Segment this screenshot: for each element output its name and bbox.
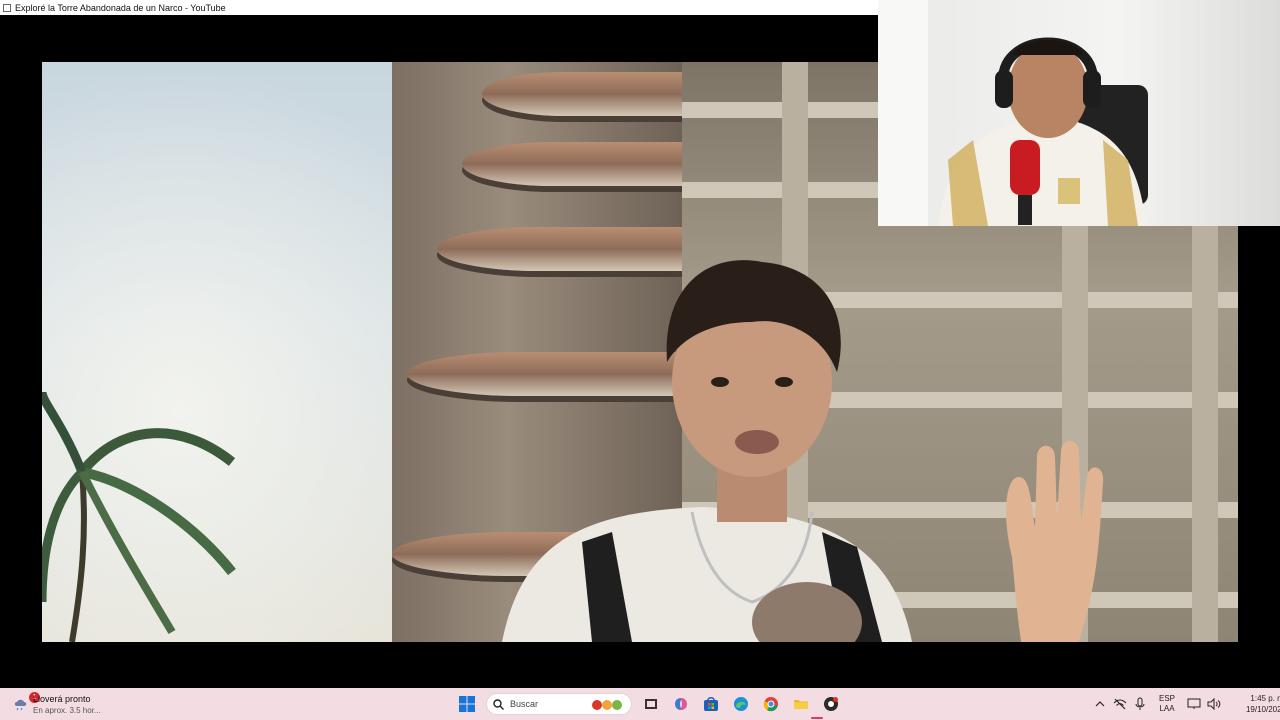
clock-date: 19/10/2025 <box>1245 705 1280 714</box>
volume-button[interactable] <box>1204 694 1224 714</box>
keyboard-layout: LAA <box>1159 704 1175 713</box>
taskbar: 1 Lloverá pronto En aprox. 3.5 hor... Bu… <box>0 688 1280 720</box>
search-placeholder: Buscar <box>510 699 539 709</box>
weather-widget[interactable]: 1 Lloverá pronto En aprox. 3.5 hor... <box>10 691 130 717</box>
clock-button[interactable]: 1:45 p. m. 19/10/2025 <box>1228 693 1280 715</box>
network-off-icon <box>1113 698 1127 710</box>
display-button[interactable] <box>1184 694 1204 714</box>
taskbar-center: Buscar <box>452 688 846 720</box>
rain-cloud-icon <box>14 699 27 711</box>
file-explorer-button[interactable] <box>790 693 812 715</box>
copilot-icon <box>675 698 687 710</box>
store-button[interactable] <box>700 693 722 715</box>
input-language-button[interactable]: ESP LAA <box>1154 694 1180 714</box>
search-highlight-icon <box>592 700 622 710</box>
clock-time: 1:45 p. m. <box>1250 694 1280 703</box>
file-explorer-icon <box>794 700 808 709</box>
search-icon <box>493 698 504 710</box>
start-button[interactable] <box>456 693 478 715</box>
edge-button[interactable] <box>730 693 752 715</box>
webcam-streamer <box>878 0 1148 226</box>
microphone-button[interactable] <box>1130 694 1150 714</box>
chevron-up-icon <box>1095 701 1105 707</box>
chrome-button[interactable] <box>760 693 782 715</box>
weather-title: Lloverá pronto <box>33 694 91 704</box>
system-tray: ESP LAA 1:45 p. m. 19/10/2025 <box>1090 688 1280 720</box>
streaming-app-icon <box>824 697 838 711</box>
app-icon <box>3 3 11 12</box>
window-titlebar[interactable]: Exploré la Torre Abandonada de un Narco … <box>0 0 878 15</box>
weather-subtitle: En aprox. 3.5 hor... <box>33 706 101 715</box>
language-code: ESP <box>1158 694 1175 703</box>
palm-tree <box>42 391 236 642</box>
streaming-app-button[interactable] <box>820 693 842 715</box>
video-subject-person <box>502 260 912 642</box>
monitor-icon <box>1187 698 1201 709</box>
chrome-icon <box>763 697 778 712</box>
store-icon <box>704 697 718 711</box>
speaker-icon <box>1207 698 1221 710</box>
task-view-icon <box>645 699 657 709</box>
raised-hand <box>1006 440 1104 642</box>
taskbar-search-box[interactable]: Buscar <box>486 693 632 715</box>
show-hidden-icons-button[interactable] <box>1090 694 1110 714</box>
webcam-overlay <box>878 0 1280 226</box>
edge-icon <box>734 697 748 711</box>
network-button[interactable] <box>1110 694 1130 714</box>
active-app-indicator <box>811 717 823 719</box>
task-view-button[interactable] <box>640 693 662 715</box>
copilot-button[interactable] <box>670 693 692 715</box>
window-title: Exploré la Torre Abandonada de un Narco … <box>15 2 226 13</box>
microphone-icon <box>1135 697 1145 710</box>
windows-start-icon <box>459 696 475 712</box>
